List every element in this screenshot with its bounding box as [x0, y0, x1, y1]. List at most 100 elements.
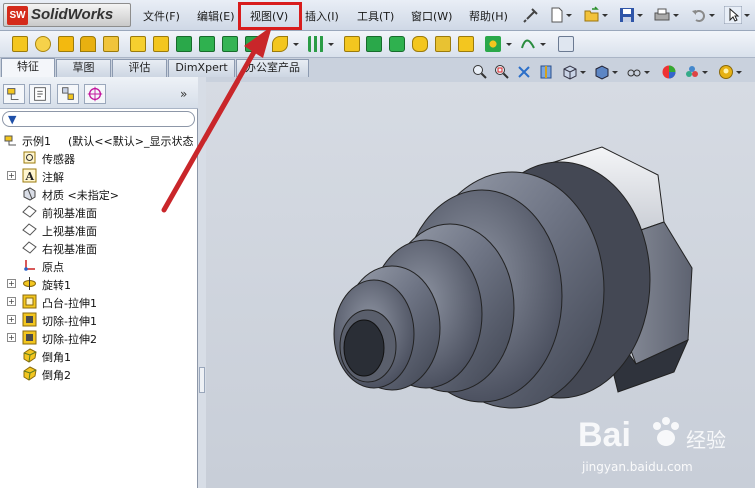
- chevron-down-icon[interactable]: [735, 64, 743, 80]
- tree-item-sensors[interactable]: 传感器: [0, 149, 198, 167]
- tree-filter-field[interactable]: ▼: [2, 111, 195, 127]
- chevron-down-icon[interactable]: [292, 36, 300, 52]
- menu-file[interactable]: 文件(F): [143, 8, 180, 24]
- menu-edit[interactable]: 编辑(E): [197, 8, 235, 24]
- mirror-icon[interactable]: [458, 36, 474, 52]
- chevron-down-icon[interactable]: [327, 36, 335, 52]
- chevron-down-icon[interactable]: [708, 6, 716, 24]
- tree-item-chamfer2[interactable]: 倒角2: [0, 365, 198, 383]
- tree-item-chamfer1[interactable]: 倒角1: [0, 347, 198, 365]
- pin-icon[interactable]: [522, 6, 540, 24]
- panel-splitter[interactable]: [198, 77, 206, 488]
- boundary-cut-icon[interactable]: [245, 36, 261, 52]
- configuration-manager-tab-icon[interactable]: [57, 84, 79, 104]
- tree-item-front-plane[interactable]: 前视基准面: [0, 203, 198, 221]
- tab-office-products[interactable]: 办公室产品: [236, 59, 309, 77]
- intersect-icon[interactable]: [435, 36, 451, 52]
- solidworks-logo[interactable]: SW SolidWorks: [3, 3, 131, 27]
- view-menu-highlight: [238, 2, 302, 30]
- menu-insert[interactable]: 插入(I): [305, 8, 339, 24]
- tree-item-cut-extrude1[interactable]: + 切除-拉伸1: [0, 311, 198, 329]
- material-icon: [23, 187, 36, 201]
- chevron-down-icon[interactable]: [636, 6, 644, 24]
- apply-scene-icon[interactable]: [684, 64, 700, 80]
- tree-item-origin[interactable]: 原点: [0, 257, 198, 275]
- chevron-down-icon[interactable]: [579, 64, 587, 80]
- section-view-icon[interactable]: [538, 64, 554, 80]
- instant3d-icon[interactable]: [558, 36, 574, 52]
- previous-view-icon[interactable]: [516, 64, 532, 80]
- hide-show-items-icon[interactable]: [626, 64, 642, 80]
- revolved-boss-icon[interactable]: [35, 36, 51, 52]
- tree-item-label: 凸台-拉伸1: [42, 297, 97, 310]
- zoom-to-fit-icon[interactable]: [472, 64, 488, 80]
- property-manager-tab-icon[interactable]: [29, 84, 51, 104]
- lofted-cut-icon[interactable]: [222, 36, 238, 52]
- undo-icon[interactable]: [690, 6, 708, 24]
- tree-item-label: 原点: [42, 261, 64, 274]
- expand-icon[interactable]: +: [7, 297, 16, 306]
- print-icon[interactable]: [653, 6, 671, 24]
- expand-icon[interactable]: +: [7, 171, 16, 180]
- expand-icon[interactable]: +: [7, 315, 16, 324]
- save-icon[interactable]: [618, 6, 636, 24]
- tab-evaluate[interactable]: 评估: [112, 59, 167, 77]
- extruded-cut-icon[interactable]: [130, 36, 146, 52]
- chevron-down-icon[interactable]: [743, 6, 751, 24]
- view-orientation-icon[interactable]: [562, 64, 578, 80]
- view-settings-icon[interactable]: [718, 64, 734, 80]
- fillet-icon[interactable]: [272, 36, 288, 52]
- dimxpert-manager-tab-icon[interactable]: [84, 84, 106, 104]
- tree-item-right-plane[interactable]: 右视基准面: [0, 239, 198, 257]
- chevron-down-icon[interactable]: [539, 36, 547, 52]
- reference-geometry-icon[interactable]: [485, 36, 501, 52]
- tree-item-label: 旋转1: [42, 279, 71, 292]
- tree-item-material[interactable]: 材质 <未指定>: [0, 185, 198, 203]
- chevron-down-icon[interactable]: [672, 6, 680, 24]
- chevron-down-icon[interactable]: [611, 64, 619, 80]
- swept-cut-icon[interactable]: [199, 36, 215, 52]
- menu-tools[interactable]: 工具(T): [357, 8, 394, 24]
- chevron-down-icon[interactable]: [643, 64, 651, 80]
- revolved-cut-icon[interactable]: [176, 36, 192, 52]
- tab-features[interactable]: 特征: [1, 58, 55, 77]
- chevron-down-icon[interactable]: [565, 6, 573, 24]
- chevron-down-icon[interactable]: [701, 64, 709, 80]
- draft-icon[interactable]: [366, 36, 382, 52]
- tree-item-cut-extrude2[interactable]: + 切除-拉伸2: [0, 329, 198, 347]
- sw-logo-mark: SW: [7, 6, 28, 25]
- tab-dimxpert[interactable]: DimXpert: [168, 59, 235, 77]
- tree-item-label: 前视基准面: [42, 207, 97, 220]
- shell-icon[interactable]: [389, 36, 405, 52]
- open-folder-icon[interactable]: [583, 6, 601, 24]
- expand-icon[interactable]: +: [7, 279, 16, 288]
- wrap-icon[interactable]: [412, 36, 428, 52]
- swept-boss-icon[interactable]: [58, 36, 74, 52]
- tree-item-top-plane[interactable]: 上视基准面: [0, 221, 198, 239]
- menu-window[interactable]: 窗口(W): [411, 8, 452, 24]
- extruded-boss-icon[interactable]: [12, 36, 28, 52]
- chevron-down-icon[interactable]: [505, 36, 513, 52]
- rib-icon[interactable]: [344, 36, 360, 52]
- menu-help[interactable]: 帮助(H): [469, 8, 508, 24]
- linear-pattern-icon[interactable]: [308, 36, 324, 52]
- collapse-panel-icon[interactable]: »: [180, 87, 187, 101]
- tab-sketch[interactable]: 草图: [56, 59, 111, 77]
- chevron-down-icon[interactable]: [601, 6, 609, 24]
- boundary-boss-icon[interactable]: [103, 36, 119, 52]
- edit-appearance-icon[interactable]: [661, 64, 677, 80]
- tree-item-annotations[interactable]: + A 注解: [0, 167, 198, 185]
- display-style-icon[interactable]: [594, 64, 610, 80]
- tree-item-revolve1[interactable]: + 旋转1: [0, 275, 198, 293]
- curves-icon[interactable]: [520, 36, 536, 52]
- zoom-to-area-icon[interactable]: [494, 64, 510, 80]
- tree-root-part[interactable]: 示例1 (默认<<默认>_显示状态: [0, 131, 198, 149]
- expand-icon[interactable]: +: [7, 333, 16, 342]
- feature-tree-tab-icon[interactable]: [3, 84, 25, 104]
- splitter-grip[interactable]: [199, 367, 205, 393]
- lofted-boss-icon[interactable]: [80, 36, 96, 52]
- new-document-icon[interactable]: [548, 6, 566, 24]
- hole-wizard-icon[interactable]: [153, 36, 169, 52]
- tree-item-boss-extrude1[interactable]: + 凸台-拉伸1: [0, 293, 198, 311]
- select-arrow-icon[interactable]: [724, 6, 742, 24]
